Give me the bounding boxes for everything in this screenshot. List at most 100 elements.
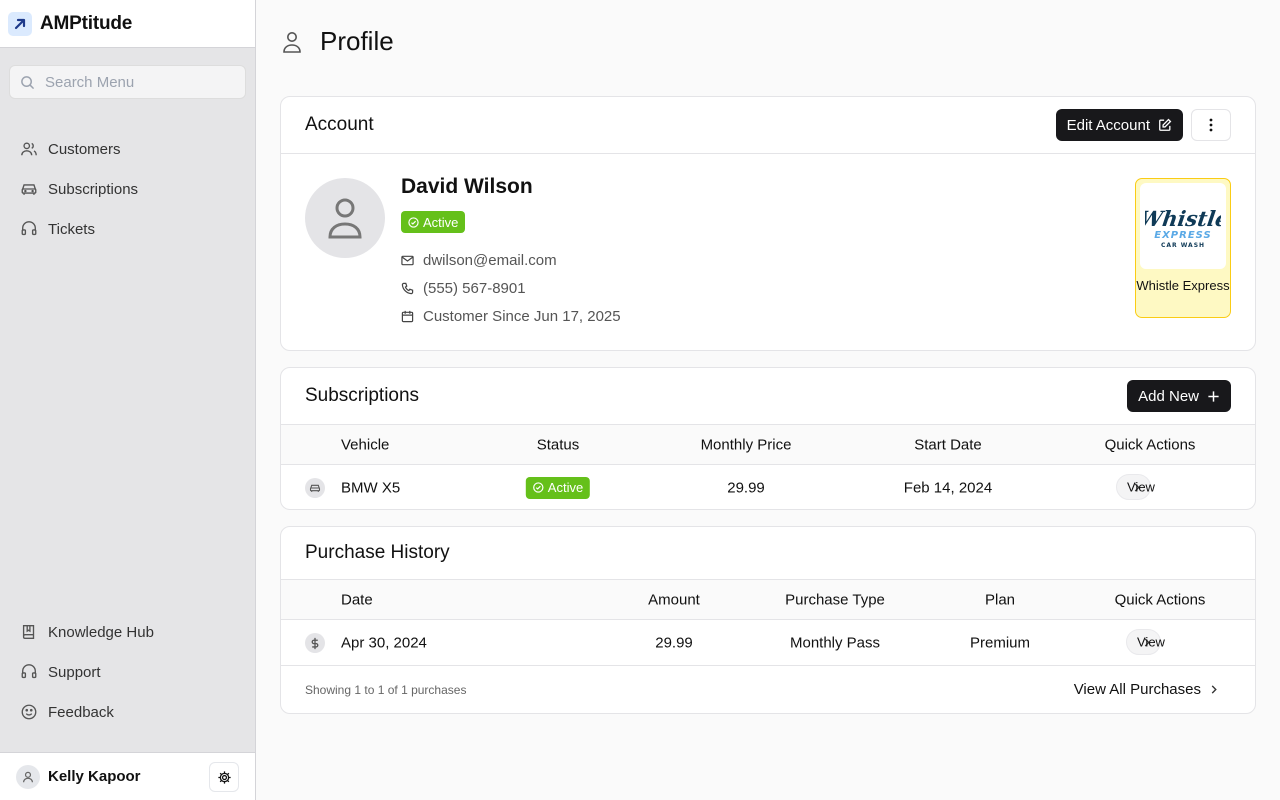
date-cell: Apr 30, 2024 [341,634,427,651]
user-name: Kelly Kapoor [48,768,141,785]
current-user[interactable]: Kelly Kapoor [0,752,255,800]
gear-icon [217,770,231,784]
svg-text:CAR WASH: CAR WASH [1161,242,1205,249]
sidebar-item-feedback[interactable]: Feedback [20,692,154,732]
partner-card[interactable]: Whistle EXPRESS CAR WASH Whistle Express [1135,178,1231,318]
column-header-vehicle: Vehicle [341,436,390,453]
purchase-history-card: Purchase History Date Amount Purchase Ty… [280,526,1256,714]
phone-icon [401,282,414,295]
search-icon [21,75,34,89]
app-name: AMPtitude [40,12,133,34]
add-new-button[interactable]: Add New [1127,380,1231,412]
column-header-monthly-price: Monthly Price [700,436,792,453]
sidebar-item-label: Support [48,663,101,681]
sidebar: AMPtitude Search Menu Customers Subscrip… [0,0,256,800]
view-button[interactable]: View [1126,629,1165,655]
customer-avatar-icon [305,178,385,258]
status-badge-label: Active [547,480,584,495]
svg-text:Whistle: Whistle [1145,206,1221,231]
sidebar-item-support[interactable]: Support [20,652,154,692]
edit-account-button[interactable]: Edit Account [1055,109,1183,141]
column-header-date: Date [341,591,373,608]
add-new-label: Add New [1138,387,1199,405]
whistle-express-logo: Whistle EXPRESS CAR WASH [1140,183,1226,269]
view-label: View [1127,479,1155,495]
settings-button[interactable] [209,762,239,792]
account-card: Account Edit Account David Wilson Active… [280,96,1256,351]
headset-icon [21,221,37,236]
search-placeholder: Search Menu [45,73,135,91]
edit-icon [1159,118,1172,131]
column-header-status: Status [536,436,580,453]
sidebar-item-label: Tickets [48,220,95,238]
subscriptions-title: Subscriptions [305,385,420,406]
headset-icon [21,664,37,679]
partner-name: Whistle Express [1136,278,1230,293]
status-badge-label: Active [423,214,459,230]
sidebar-item-knowledge-hub[interactable]: Knowledge Hub [20,612,154,652]
sidebar-item-label: Feedback [48,703,114,721]
edit-account-label: Edit Account [1066,116,1150,134]
more-vertical-icon [1209,118,1213,132]
purchases-table-footer: Showing 1 to 1 of 1 purchases View All P… [281,665,1255,713]
view-all-label: View All Purchases [1073,681,1201,698]
sidebar-nav-main: Customers Subscriptions Tickets [20,129,138,249]
purchase-history-title: Purchase History [305,542,450,563]
view-button[interactable]: View [1116,474,1155,500]
plan-cell: Premium [969,634,1031,651]
account-title: Account [305,114,374,135]
customer-since-value: Customer Since Jun 17, 2025 [423,308,621,325]
car-icon [21,184,37,195]
user-avatar-icon [16,764,40,789]
column-header-start-date: Start Date [914,436,982,453]
column-header-plan: Plan [984,591,1016,608]
sidebar-item-tickets[interactable]: Tickets [20,209,138,249]
users-icon [21,142,37,156]
account-card-header: Account Edit Account [281,97,1255,154]
customer-phone: (555) 567-8901 [401,280,526,297]
book-icon [22,625,35,639]
user-icon [283,31,301,53]
purchases-table-header: Date Amount Purchase Type Plan Quick Act… [281,580,1255,620]
subscriptions-card-header: Subscriptions Add New [281,368,1255,425]
table-row[interactable]: Apr 30, 2024 29.99 Monthly Pass Premium … [281,620,1255,665]
sidebar-item-customers[interactable]: Customers [20,129,138,169]
brand-header[interactable]: AMPtitude [0,0,255,48]
smile-icon [21,704,37,720]
status-badge: Active [401,211,466,233]
check-circle-icon [408,216,419,228]
car-icon [305,478,325,498]
app-logo-icon [8,11,32,36]
calendar-icon [401,310,414,323]
sidebar-item-label: Knowledge Hub [48,623,154,641]
table-row[interactable]: BMW X5 Active 29.99 Feb 14, 2024 View [281,465,1255,509]
customer-name: David Wilson [401,175,533,198]
column-header-quick-actions: Quick Actions [1104,436,1196,453]
customer-email: dwilson@email.com [401,252,557,269]
column-header-amount: Amount [648,591,700,608]
sidebar-item-label: Subscriptions [48,180,139,198]
page-header: Profile [282,26,394,57]
mail-icon [401,255,414,266]
chevron-right-icon [1211,685,1217,694]
more-options-button[interactable] [1191,109,1231,141]
sidebar-item-label: Customers [48,140,121,158]
subscriptions-card: Subscriptions Add New Vehicle Status Mon… [280,367,1256,510]
dollar-icon [305,633,325,653]
subscriptions-table-header: Vehicle Status Monthly Price Start Date … [281,425,1255,465]
amount-cell: 29.99 [655,634,693,651]
purchase-type-cell: Monthly Pass [789,634,881,651]
search-menu-input[interactable]: Search Menu [9,65,246,99]
column-header-quick-actions: Quick Actions [1114,591,1206,608]
customer-since: Customer Since Jun 17, 2025 [401,308,621,325]
phone-value: (555) 567-8901 [423,280,526,297]
purchase-history-header: Purchase History [281,527,1255,580]
status-badge: Active [525,476,591,499]
pagination-summary: Showing 1 to 1 of 1 purchases [305,683,467,697]
view-all-purchases-link[interactable]: View All Purchases [1074,681,1217,698]
sidebar-item-subscriptions[interactable]: Subscriptions [20,169,138,209]
monthly-price-cell: 29.99 [727,479,765,496]
check-circle-icon [533,482,544,493]
svg-text:EXPRESS: EXPRESS [1154,230,1211,241]
view-label: View [1137,634,1165,650]
